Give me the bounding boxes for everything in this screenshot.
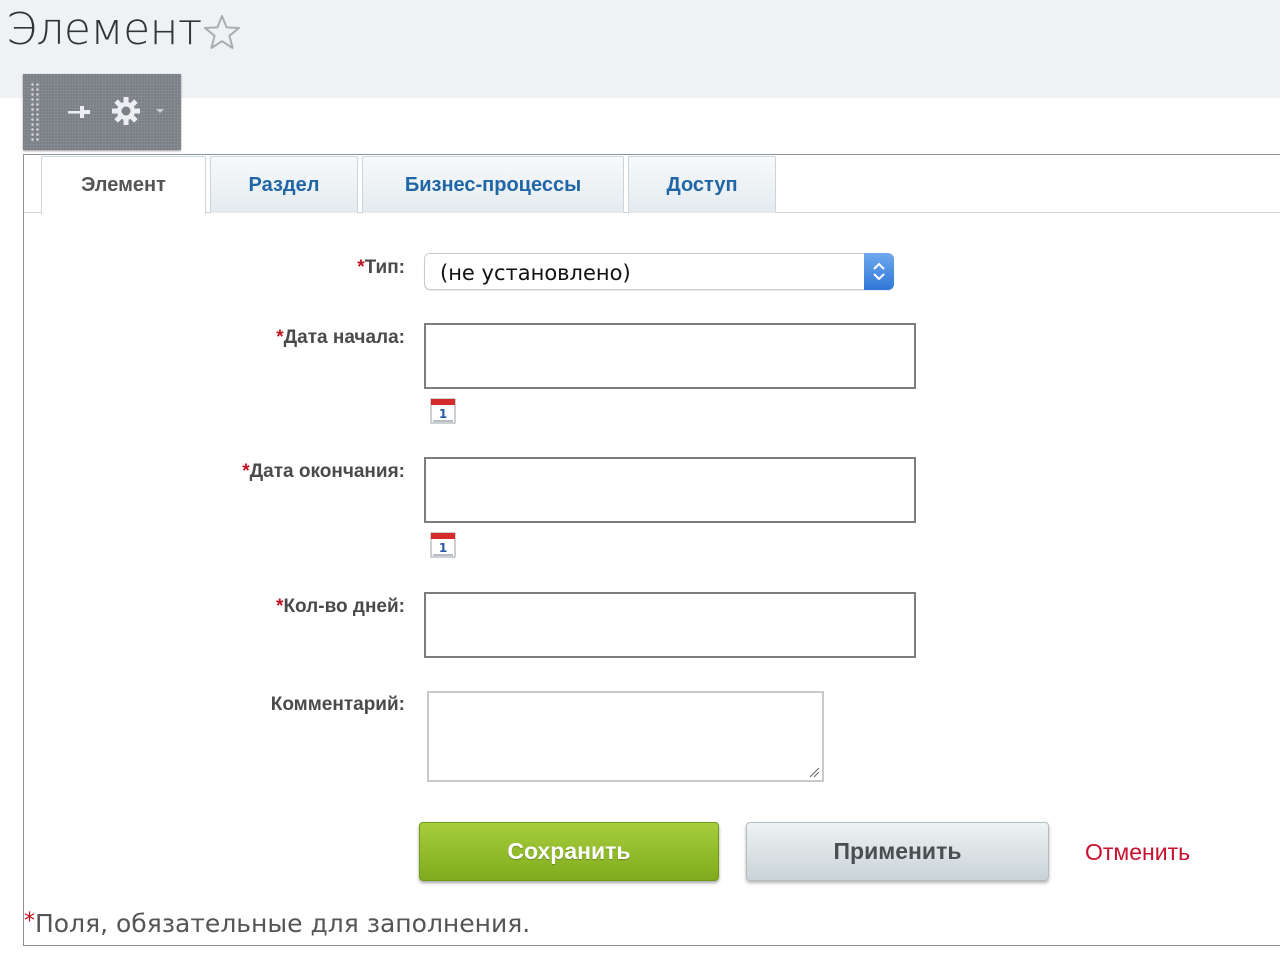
required-marker: *	[357, 257, 365, 278]
svg-text:1: 1	[439, 407, 447, 421]
gear-icon[interactable]	[111, 96, 141, 126]
type-select-value: (не установлено)	[440, 261, 631, 285]
apply-button[interactable]: Применить	[746, 822, 1049, 881]
start-date-input[interactable]	[424, 323, 916, 389]
chevron-down-icon[interactable]	[155, 107, 165, 115]
page: Элемент Элемент Раздел Бизнес-процессы Д…	[0, 0, 1280, 958]
required-marker: *	[24, 909, 35, 934]
days-count-label: *Кол-во дней:	[276, 596, 405, 617]
comment-textarea[interactable]	[427, 691, 824, 782]
admin-panel-toolbar	[23, 74, 181, 150]
end-date-label: *Дата окончания:	[242, 461, 405, 482]
form-frame: Элемент Раздел Бизнес-процессы Доступ *Т…	[23, 154, 1280, 946]
tab-element[interactable]: Элемент	[41, 156, 206, 214]
page-title: Элемент	[6, 4, 202, 55]
tab-section[interactable]: Раздел	[210, 156, 358, 213]
select-arrows-icon	[864, 253, 894, 290]
svg-text:1: 1	[439, 541, 447, 555]
required-fields-note: *Поля, обязательные для заполнения.	[24, 909, 531, 938]
end-date-input[interactable]	[424, 457, 916, 523]
calendar-icon[interactable]: 1	[430, 398, 456, 424]
pin-icon[interactable]	[66, 100, 92, 124]
header-band: Элемент	[0, 0, 1280, 98]
tab-access[interactable]: Доступ	[628, 156, 776, 213]
resize-handle-icon[interactable]	[808, 766, 820, 778]
days-count-input[interactable]	[424, 592, 916, 658]
type-label: *Тип:	[357, 257, 405, 278]
calendar-icon[interactable]: 1	[430, 532, 456, 558]
cancel-link[interactable]: Отменить	[1085, 839, 1190, 866]
drag-handle-icon[interactable]	[30, 82, 40, 142]
start-date-label: *Дата начала:	[276, 327, 405, 348]
type-select[interactable]: (не установлено)	[424, 253, 894, 290]
comment-label: Комментарий:	[270, 694, 405, 715]
star-icon[interactable]	[203, 14, 241, 50]
save-button[interactable]: Сохранить	[419, 822, 719, 881]
tab-business-processes[interactable]: Бизнес-процессы	[362, 156, 624, 213]
